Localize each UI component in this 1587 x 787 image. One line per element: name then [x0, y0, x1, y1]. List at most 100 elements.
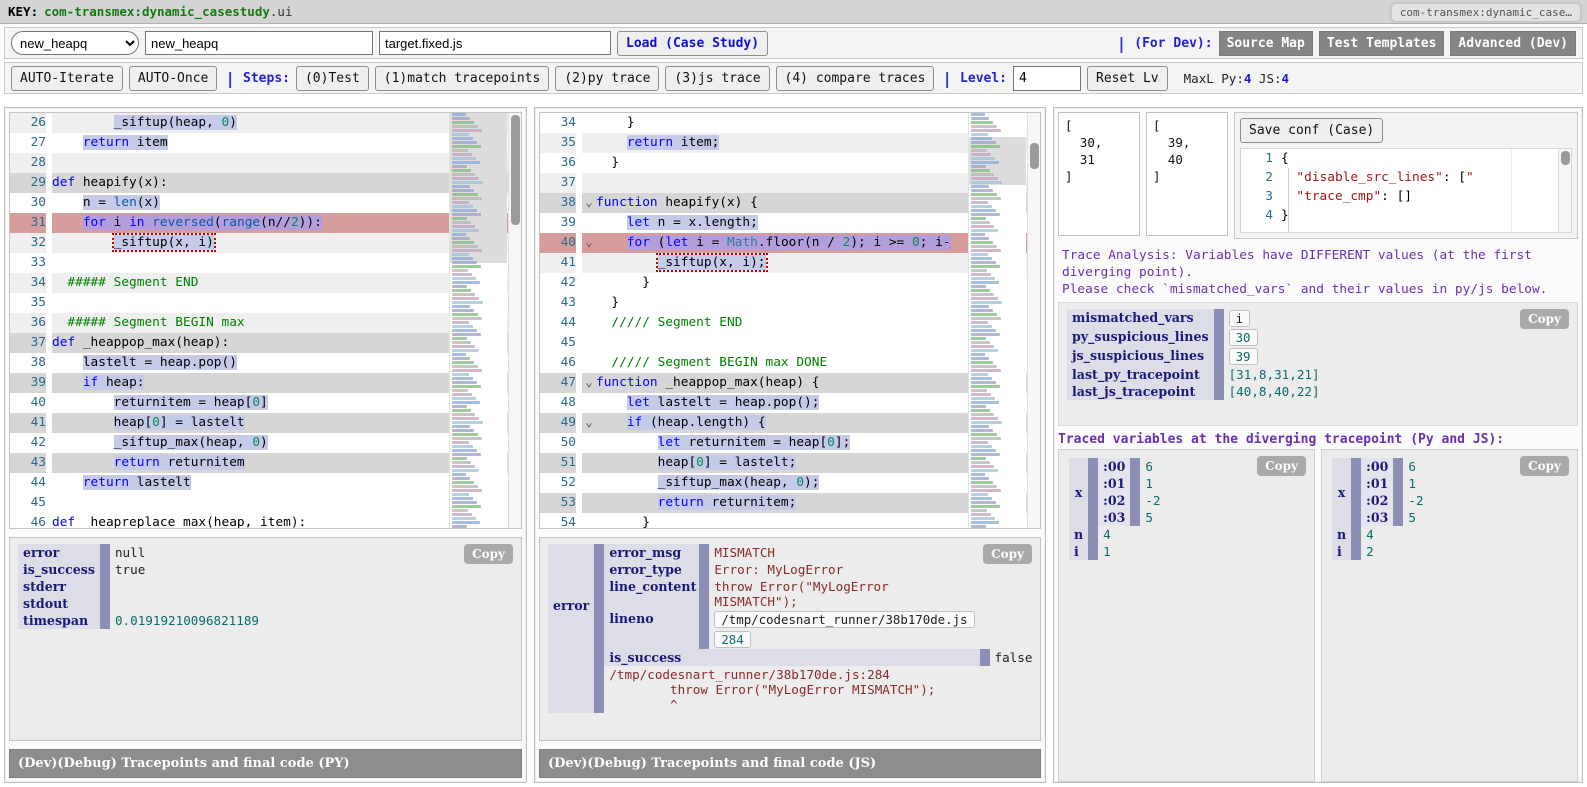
- config-vertical-scrollbar[interactable]: [1558, 149, 1571, 232]
- kv-row: stdout: [18, 595, 264, 612]
- case-name-input[interactable]: [145, 31, 373, 55]
- kv-divider: [1088, 526, 1099, 543]
- traced-scalar-row: i2: [1332, 543, 1429, 560]
- target-file-input[interactable]: [379, 31, 611, 55]
- analysis-meta-panel: Copy mismatched_vars i py_suspicious_lines…: [1058, 302, 1578, 426]
- javascript-footer-bar[interactable]: (Dev)(Debug) Tracepoints and final code …: [539, 749, 1041, 778]
- step-4-compare-traces-button[interactable]: (4) compare traces: [775, 65, 935, 91]
- test-templates-button[interactable]: Test Templates: [1318, 30, 1445, 56]
- minimap-line: [452, 117, 471, 120]
- kv-divider: [1088, 543, 1099, 560]
- javascript-fold-column[interactable]: ⌄ ⌄ ⌄ ⌄: [582, 113, 596, 528]
- level-input[interactable]: [1013, 65, 1082, 91]
- step-0-test-button[interactable]: (0)Test: [295, 65, 369, 91]
- kv-divider: [1130, 509, 1141, 526]
- python-footer-bar[interactable]: (Dev)(Debug) Tracepoints and final code …: [9, 749, 522, 778]
- fold-toggle-icon[interactable]: ⌄: [582, 233, 596, 253]
- minimap-line: [452, 293, 475, 296]
- line-number: 42: [30, 435, 46, 450]
- minimap-line: [971, 377, 993, 380]
- save-conf-button[interactable]: Save conf (Case): [1240, 118, 1384, 143]
- step-3-js-trace-button[interactable]: (3)js trace: [665, 65, 770, 91]
- minimap-line: [452, 169, 471, 172]
- minimap-line: [971, 349, 999, 352]
- javascript-scroll-thumb[interactable]: [1030, 143, 1039, 169]
- kv-divider: [1393, 509, 1404, 526]
- kv-row: timespan 0.01919210096821189: [18, 612, 264, 629]
- minimap-line: [452, 333, 481, 336]
- config-minimap[interactable]: [1511, 149, 1557, 232]
- fold-toggle-icon[interactable]: ⌄: [582, 413, 596, 433]
- case-select[interactable]: new_heapq: [11, 31, 139, 55]
- reset-level-button[interactable]: Reset Lv: [1087, 65, 1168, 91]
- minimap-line: [971, 301, 1002, 304]
- minimap-line: [971, 389, 987, 392]
- auto-iterate-button[interactable]: AUTO-Iterate: [11, 65, 123, 91]
- kv-key: js_suspicious_lines: [1067, 347, 1214, 366]
- line-number: 35: [540, 133, 576, 153]
- config-line-numbers: 1 2 3 4: [1241, 149, 1281, 232]
- js-lineno-label: lineno: [604, 610, 700, 649]
- kv-value: true: [114, 562, 146, 577]
- traced-js-copy-button[interactable]: Copy: [1520, 456, 1569, 476]
- traced-py-copy-button[interactable]: Copy: [1257, 456, 1306, 476]
- advanced-dev-button[interactable]: Advanced (Dev): [1450, 30, 1576, 56]
- javascript-minimap[interactable]: [968, 113, 1026, 528]
- config-scroll-thumb[interactable]: [1561, 151, 1570, 165]
- javascript-vertical-scrollbar[interactable]: [1027, 113, 1040, 528]
- minimap-line: [452, 309, 474, 312]
- minimap-line: [452, 441, 469, 444]
- step-1-match-tracepoints-button[interactable]: (1)match tracepoints: [374, 65, 550, 91]
- minimap-line: [452, 197, 482, 200]
- traced-js-table: x:00 6:01 1:02 -2:03 5 n 4 i 2: [1332, 458, 1429, 560]
- minimap-line: [971, 365, 998, 368]
- javascript-result-copy-button[interactable]: Copy: [983, 544, 1032, 564]
- minimap-line: [971, 397, 995, 400]
- key-bar: KEY: com-transmex:dynamic_casestudy.ui c…: [0, 0, 1587, 24]
- minimap-line: [452, 453, 481, 456]
- minimap-line: [452, 233, 467, 236]
- minimap-line: [971, 213, 1000, 216]
- minimap-line: [971, 121, 994, 124]
- kv-key: is_success: [18, 561, 100, 578]
- fold-toggle-icon[interactable]: ⌄: [582, 193, 596, 213]
- js-error-group-label: error: [548, 544, 595, 666]
- kv-value: [40,8,40,22]: [1228, 384, 1320, 399]
- traced-variables-row: Copy x:00 6:01 1:02 -2:03 5 n 4 i 1 Copy x:00 6:0…: [1054, 449, 1582, 782]
- minimap-line: [971, 513, 991, 516]
- python-minimap[interactable]: [449, 113, 507, 528]
- fold-toggle-icon[interactable]: ⌄: [582, 373, 596, 393]
- analysis-meta-copy-button[interactable]: Copy: [1520, 309, 1569, 329]
- minimap-line: [452, 205, 473, 208]
- kv-key: error: [18, 544, 100, 561]
- minimap-line: [971, 481, 994, 484]
- traced-scalar-value: 4: [1366, 527, 1374, 542]
- python-result-table: error null is_success true stderr stdout times…: [18, 544, 264, 629]
- level-divider: |: [942, 68, 953, 88]
- steps-divider: |: [225, 68, 236, 88]
- source-map-button[interactable]: Source Map: [1218, 30, 1313, 56]
- config-json-editor[interactable]: 1234 { "disable_src_lines": [" "trace_cm…: [1240, 148, 1572, 233]
- auto-once-button[interactable]: AUTO-Once: [128, 65, 218, 91]
- python-vertical-scrollbar[interactable]: [508, 113, 521, 528]
- minimap-line: [971, 145, 1001, 148]
- minimap-line: [971, 393, 991, 396]
- minimap-line: [452, 261, 478, 264]
- kv-divider: [1130, 492, 1141, 509]
- traced-scalar-key: i: [1069, 543, 1089, 560]
- minimap-line: [452, 377, 474, 380]
- kv-row: last_py_tracepoint [31,8,31,21]: [1067, 366, 1325, 383]
- minimap-line: [971, 525, 986, 528]
- minimap-line: [971, 197, 1001, 200]
- python-code-editor[interactable]: 26 27 28 29 30 31 32 33 34 35 36 37 38 39 40 41 42 43 44 45…: [9, 112, 522, 529]
- minimap-line: [971, 297, 998, 300]
- python-scroll-thumb[interactable]: [511, 115, 520, 225]
- config-line-number: 1: [1265, 151, 1273, 166]
- python-result-copy-button[interactable]: Copy: [464, 544, 513, 564]
- minimap-line: [452, 465, 476, 468]
- minimap-line: [452, 225, 476, 228]
- javascript-code-editor[interactable]: 34 35 36 37 38 39 40 41 42 43 44 45 46 47 48 49 50 51 52 53…: [539, 112, 1041, 529]
- load-case-study-button[interactable]: Load (Case Study): [617, 30, 769, 56]
- step-2-py-trace-button[interactable]: (2)py trace: [555, 65, 660, 91]
